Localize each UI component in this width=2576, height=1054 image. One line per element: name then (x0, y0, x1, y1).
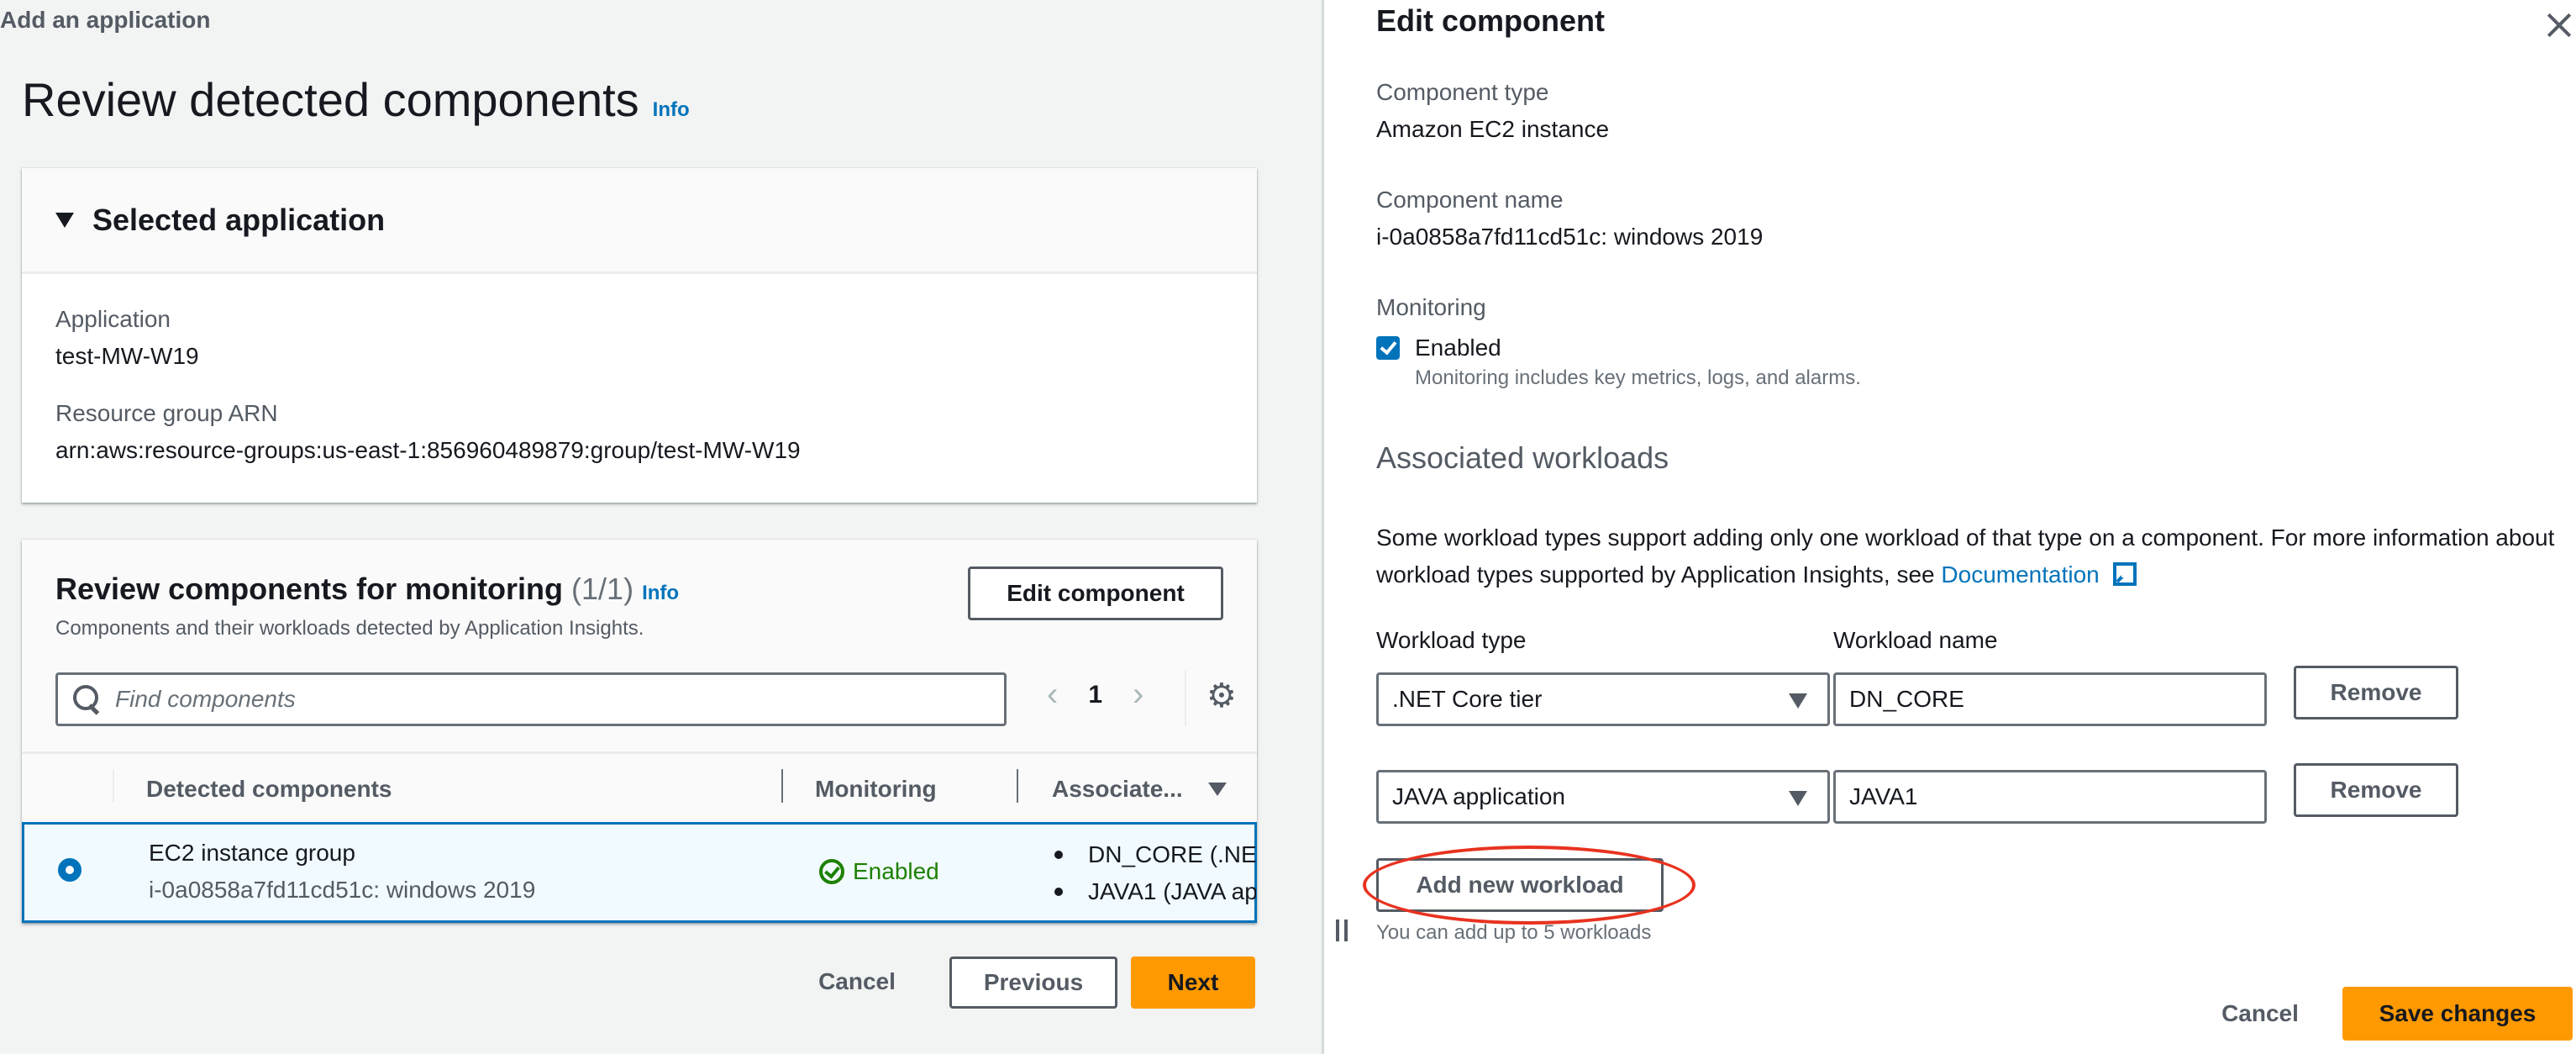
column-resizer[interactable] (781, 769, 783, 803)
component-name-field: Component name i-0a0858a7fd11cd51c: wind… (1376, 187, 1763, 250)
monitoring-label: Monitoring (1376, 294, 1486, 320)
monitoring-description: Monitoring includes key metrics, logs, a… (1415, 366, 1861, 389)
row-radio-button[interactable] (58, 858, 81, 882)
page-number[interactable]: 1 (1088, 681, 1102, 709)
panel-cancel-button[interactable]: Cancel (2201, 987, 2319, 1041)
panel-resize-handle[interactable] (1336, 920, 1348, 941)
component-instance: i-0a0858a7fd11cd51c: windows 2019 (149, 877, 536, 903)
workload-name-input[interactable] (1833, 672, 2267, 726)
monitoring-status: Enabled (819, 858, 939, 885)
component-type-field: Component type Amazon EC2 instance (1376, 79, 1609, 143)
gear-icon[interactable]: ⚙ (1207, 679, 1237, 713)
previous-button[interactable]: Previous (949, 957, 1117, 1009)
workload-type-select[interactable]: JAVA application (1376, 770, 1830, 824)
find-components-search[interactable] (55, 672, 1007, 726)
arn-label: Resource group ARN (55, 400, 278, 426)
list-item: JAVA1 (JAVA application) (1054, 873, 1256, 910)
workload-name-label: Workload name (1833, 627, 1998, 653)
review-heading-text: Review components for monitoring (55, 572, 564, 606)
find-components-input[interactable] (115, 686, 955, 713)
breadcrumb-title: Add an application (0, 7, 211, 33)
component-name-value: i-0a0858a7fd11cd51c: windows 2019 (1376, 224, 1764, 250)
workload-type-value: JAVA application (1392, 783, 1565, 809)
review-info-link[interactable]: Info (642, 582, 679, 605)
chevron-right-icon[interactable]: › (1133, 676, 1143, 714)
arn-value: arn:aws:resource-groups:us-east-1:856960… (55, 437, 801, 463)
page-info-link[interactable]: Info (653, 98, 690, 122)
add-new-workload-button[interactable]: Add new workload (1376, 858, 1664, 912)
caret-down-icon (1789, 693, 1807, 709)
column-header-associated-workloads[interactable]: Associate... (1052, 754, 1227, 825)
column-separator (113, 769, 114, 803)
page-title: Review detected components Info (22, 72, 690, 127)
workload-type-value: .NET Core tier (1392, 686, 1543, 712)
monitoring-enabled-label[interactable]: Enabled (1415, 335, 1501, 361)
edit-component-panel: Edit component Component type Amazon EC2… (1322, 0, 2576, 1054)
panel-title: Edit component (1376, 3, 1605, 38)
arn-field: Resource group ARN arn:aws:resource-grou… (55, 400, 801, 464)
review-components-card: Review components for monitoring (1/1) I… (22, 540, 1257, 923)
close-icon[interactable] (2542, 8, 2576, 42)
divider (1185, 671, 1186, 726)
review-components-heading: Review components for monitoring (1/1) I… (55, 572, 679, 607)
search-icon (73, 685, 102, 714)
monitoring-checkbox-row[interactable]: Enabled (1376, 335, 1501, 361)
selected-application-heading: Selected application (92, 202, 386, 237)
application-label: Application (55, 306, 171, 332)
column-header-associated-label: Associate... (1052, 776, 1183, 802)
remove-workload-button[interactable]: Remove (2294, 763, 2458, 817)
monitoring-status-text: Enabled (853, 858, 939, 884)
application-field: Application test-MW-W19 (55, 306, 199, 370)
table-header: Detected components Monitoring Associate… (22, 751, 1257, 822)
cancel-button[interactable]: Cancel (798, 955, 916, 1009)
workload-type-select[interactable]: .NET Core tier (1376, 672, 1830, 726)
associated-workloads-list: DN_CORE (.NET Core tier) JAVA1 (JAVA app… (1054, 836, 1256, 910)
remove-workload-button[interactable]: Remove (2294, 666, 2458, 719)
component-cell: EC2 instance group i-0a0858a7fd11cd51c: … (149, 840, 535, 904)
review-description: Components and their workloads detected … (55, 617, 644, 640)
chevron-left-icon[interactable]: ‹ (1047, 676, 1058, 714)
column-header-detected-components[interactable]: Detected components (146, 754, 392, 825)
workloads-description: Some workload types support adding only … (1376, 519, 2569, 593)
selected-application-card: Selected application Application test-MW… (22, 168, 1257, 503)
associated-workloads-heading: Associated workloads (1376, 440, 1669, 475)
next-button[interactable]: Next (1131, 957, 1255, 1009)
table-row[interactable]: EC2 instance group i-0a0858a7fd11cd51c: … (22, 822, 1257, 923)
component-name: EC2 instance group (149, 840, 355, 866)
component-type-value: Amazon EC2 instance (1376, 116, 1610, 142)
component-name-label: Component name (1376, 187, 1564, 213)
check-circle-icon (819, 859, 844, 884)
caret-down-icon (1789, 791, 1807, 806)
sort-icon[interactable] (1207, 783, 1227, 796)
documentation-link[interactable]: Documentation (1941, 561, 2099, 588)
monitoring-field: Monitoring (1376, 294, 1486, 321)
list-item: DN_CORE (.NET Core tier) (1054, 836, 1256, 873)
pagination: ‹ 1 › (1047, 676, 1143, 714)
workload-name-input[interactable] (1833, 770, 2267, 824)
column-header-monitoring[interactable]: Monitoring (815, 754, 937, 825)
wizard-pane: Add an application Review detected compo… (0, 0, 1322, 1054)
column-resizer[interactable] (1017, 769, 1018, 803)
caret-down-icon (55, 212, 74, 228)
edit-component-button[interactable]: Edit component (968, 567, 1223, 620)
save-changes-button[interactable]: Save changes (2342, 987, 2573, 1041)
page-title-text: Review detected components (22, 73, 639, 126)
selected-application-header[interactable]: Selected application (22, 168, 1257, 274)
component-count: (1/1) (571, 572, 634, 606)
external-link-icon[interactable] (2112, 562, 2137, 586)
workload-type-label: Workload type (1376, 627, 1527, 653)
application-value: test-MW-W19 (55, 343, 199, 369)
add-workload-hint: You can add up to 5 workloads (1376, 921, 1652, 944)
monitoring-enabled-checkbox[interactable] (1376, 336, 1400, 360)
component-type-label: Component type (1376, 79, 1549, 105)
